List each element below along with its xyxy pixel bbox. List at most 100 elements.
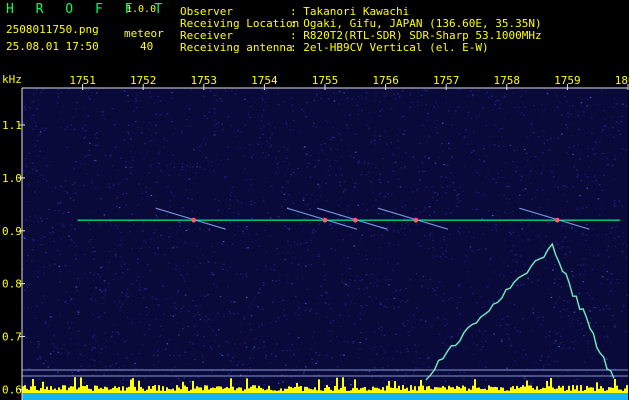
- noise-speck: [26, 286, 29, 288]
- noise-speck: [305, 366, 307, 368]
- noise-speck: [150, 194, 153, 197]
- noise-speck: [229, 360, 232, 362]
- noise-speck: [217, 329, 220, 331]
- noise-speck: [202, 361, 204, 363]
- noise-speck: [114, 146, 117, 148]
- noise-speck: [262, 152, 265, 154]
- noise-speck: [534, 214, 537, 216]
- noise-speck: [532, 132, 535, 134]
- noise-speck: [591, 132, 593, 134]
- noise-speck: [64, 265, 67, 267]
- noise-speck: [552, 360, 555, 362]
- noise-speck: [220, 159, 222, 161]
- noise-speck: [573, 311, 576, 313]
- noise-speck: [506, 295, 508, 297]
- noise-speck: [187, 262, 189, 264]
- noise-speck: [379, 138, 382, 141]
- noise-speck: [607, 225, 610, 227]
- noise-speck: [377, 194, 380, 196]
- noise-speck: [148, 172, 150, 174]
- noise-speck: [484, 248, 487, 250]
- noise-speck: [65, 190, 67, 193]
- noise-speck: [350, 155, 352, 157]
- noise-speck: [604, 118, 607, 120]
- noise-speck: [25, 219, 27, 221]
- noise-speck: [193, 325, 195, 327]
- noise-speck: [572, 319, 574, 321]
- noise-speck: [110, 224, 113, 226]
- noise-speck: [207, 294, 209, 296]
- noise-speck: [448, 110, 450, 112]
- noise-speck: [392, 153, 395, 155]
- noise-speck: [129, 150, 132, 152]
- strength-bar: [128, 386, 130, 393]
- noise-speck: [93, 334, 96, 336]
- noise-speck: [593, 307, 595, 309]
- noise-speck: [149, 238, 152, 240]
- noise-speck: [82, 107, 85, 109]
- noise-speck: [300, 223, 302, 225]
- noise-speck: [435, 255, 438, 257]
- noise-speck: [455, 202, 458, 204]
- noise-speck: [602, 129, 604, 131]
- noise-speck: [204, 143, 207, 145]
- noise-speck: [109, 220, 112, 223]
- noise-speck: [115, 331, 118, 333]
- noise-speck: [577, 115, 579, 117]
- noise-speck: [245, 276, 248, 278]
- noise-speck: [215, 123, 218, 125]
- noise-speck: [456, 197, 459, 200]
- noise-speck: [192, 343, 194, 345]
- noise-speck: [565, 225, 567, 227]
- noise-speck: [32, 238, 34, 241]
- x-tick-label: 1751: [69, 74, 96, 87]
- noise-speck: [294, 313, 296, 315]
- noise-speck: [397, 263, 399, 265]
- noise-speck: [385, 298, 388, 301]
- noise-speck: [561, 214, 563, 216]
- noise-speck: [548, 149, 551, 151]
- noise-speck: [421, 124, 424, 126]
- noise-speck: [41, 302, 44, 304]
- noise-speck: [599, 383, 602, 386]
- noise-speck: [100, 352, 102, 354]
- noise-speck: [368, 295, 371, 298]
- strength-bar: [348, 390, 350, 393]
- noise-speck: [275, 157, 277, 159]
- noise-speck: [214, 198, 217, 200]
- noise-speck: [326, 159, 328, 161]
- noise-speck: [299, 243, 302, 245]
- noise-speck: [459, 187, 461, 189]
- noise-speck: [284, 225, 286, 227]
- noise-speck: [413, 370, 415, 372]
- noise-speck: [460, 329, 462, 331]
- strength-bar: [76, 389, 78, 393]
- noise-speck: [412, 373, 415, 375]
- noise-speck: [392, 358, 395, 360]
- noise-speck: [373, 346, 376, 348]
- noise-speck: [177, 289, 179, 291]
- noise-speck: [590, 117, 593, 119]
- noise-speck: [343, 223, 346, 225]
- noise-speck: [368, 111, 371, 113]
- noise-speck: [39, 358, 41, 360]
- strength-bar: [90, 389, 92, 393]
- noise-speck: [288, 333, 290, 335]
- strength-bar: [278, 390, 280, 393]
- x-tick-label: 1800: [615, 74, 629, 87]
- noise-speck: [174, 302, 177, 304]
- noise-speck: [105, 346, 107, 348]
- noise-speck: [69, 299, 72, 301]
- noise-speck: [496, 210, 499, 212]
- noise-speck: [568, 226, 571, 228]
- noise-speck: [213, 169, 215, 172]
- noise-speck: [544, 267, 547, 269]
- strength-bar: [532, 388, 534, 393]
- noise-speck: [582, 207, 584, 209]
- noise-speck: [90, 298, 93, 300]
- noise-speck: [244, 98, 246, 100]
- strength-bar: [320, 390, 322, 393]
- noise-speck: [149, 270, 152, 272]
- noise-speck: [125, 166, 127, 168]
- noise-speck: [562, 347, 564, 349]
